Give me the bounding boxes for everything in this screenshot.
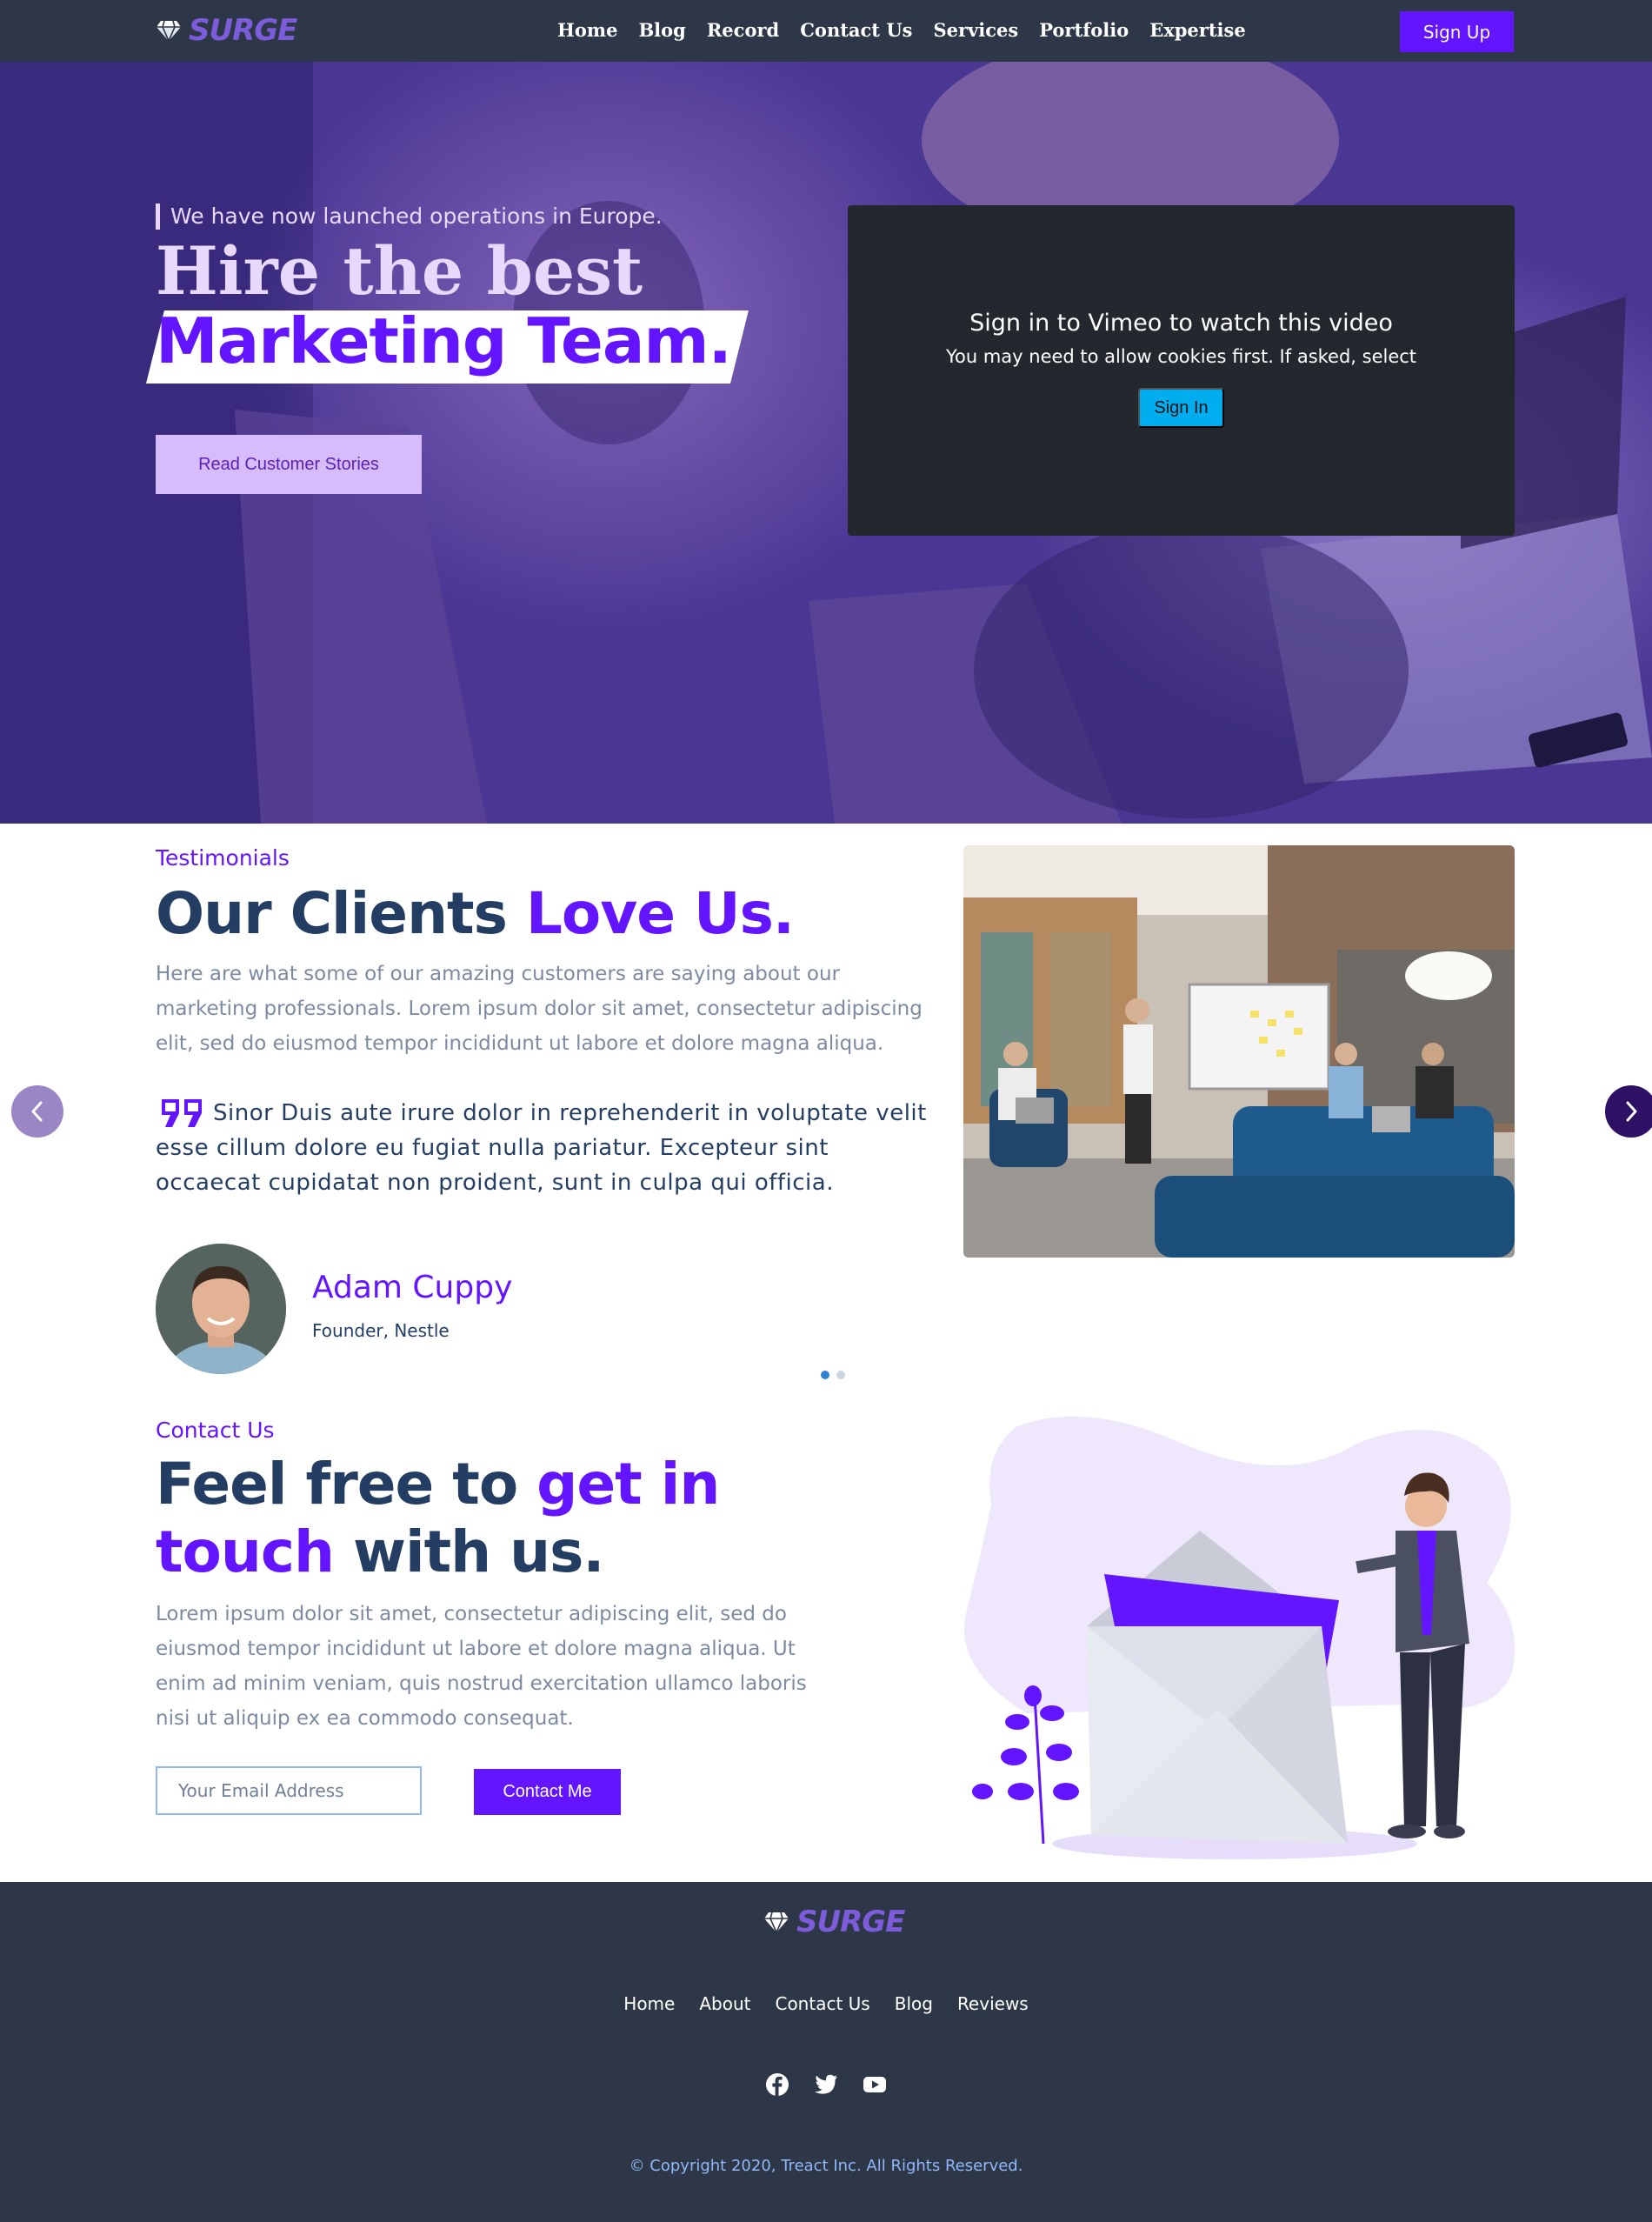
- footer-brand-logo[interactable]: SURGE: [763, 1905, 905, 1939]
- youtube-icon[interactable]: [862, 2072, 888, 2098]
- carousel-prev-button[interactable]: [11, 1085, 63, 1138]
- chevron-left-icon: [31, 1101, 43, 1122]
- carousel-next-button[interactable]: [1605, 1085, 1652, 1138]
- brand-name: SURGE: [189, 13, 297, 48]
- contact-me-button[interactable]: Contact Me: [474, 1769, 621, 1815]
- nav-link-home[interactable]: Home: [557, 19, 617, 41]
- diamond-icon: [764, 1912, 789, 1933]
- hero-tagline: We have now launched operations in Europ…: [156, 204, 663, 230]
- footer-link-blog[interactable]: Blog: [895, 1993, 933, 2014]
- video-signin-subtitle: You may need to allow cookies first. If …: [945, 346, 1417, 367]
- chevron-right-icon: [1626, 1101, 1637, 1122]
- copyright-text: © Copyright 2020, Treact Inc. All Rights…: [629, 2157, 1023, 2175]
- read-customer-stories-button[interactable]: Read Customer Stories: [156, 435, 422, 494]
- carousel-dots: [821, 1371, 845, 1379]
- contact-subheading: Contact Us: [156, 1418, 275, 1443]
- hero-section: We have now launched operations in Europ…: [0, 62, 1652, 824]
- author-name: Adam Cuppy: [312, 1270, 513, 1305]
- hero-title-line2: Marketing Team.: [156, 304, 732, 377]
- testimonials-title: Our Clients Love Us.: [156, 880, 795, 947]
- testimonials-description: Here are what some of our amazing custom…: [156, 963, 923, 1055]
- diamond-icon: [157, 20, 181, 42]
- signup-button[interactable]: Sign Up: [1400, 11, 1514, 52]
- nav-link-contact-us[interactable]: Contact Us: [800, 19, 912, 41]
- site-footer: SURGE Home About Contact Us Blog Reviews…: [0, 1882, 1652, 2222]
- footer-link-home[interactable]: Home: [623, 1993, 675, 2014]
- carousel-dot-1[interactable]: [821, 1371, 829, 1379]
- footer-link-about[interactable]: About: [699, 1993, 750, 2014]
- email-input[interactable]: [156, 1766, 422, 1815]
- footer-link-contact-us[interactable]: Contact Us: [775, 1993, 869, 2014]
- footer-nav: Home About Contact Us Blog Reviews: [0, 1993, 1652, 2014]
- testimonials-subheading: Testimonials: [156, 845, 290, 871]
- social-links: [0, 2072, 1652, 2098]
- nav-link-services[interactable]: Services: [933, 19, 1018, 41]
- footer-link-reviews[interactable]: Reviews: [957, 1993, 1029, 2014]
- contact-description: Lorem ipsum dolor sit amet, consectetur …: [156, 1603, 807, 1730]
- nav-link-record[interactable]: Record: [707, 19, 779, 41]
- main-nav: Home Blog Record Contact Us Services Por…: [557, 19, 1246, 41]
- footer-brand-name: SURGE: [796, 1905, 905, 1939]
- vimeo-signin-button[interactable]: Sign In: [1138, 388, 1224, 428]
- hero-title-line1: Hire the best: [156, 232, 643, 310]
- carousel-dot-2[interactable]: [836, 1371, 845, 1379]
- contact-title: Feel free to get in touch with us.: [156, 1451, 720, 1585]
- facebook-icon[interactable]: [764, 2072, 790, 2098]
- nav-link-portfolio[interactable]: Portfolio: [1039, 19, 1129, 41]
- author-avatar: [156, 1244, 286, 1374]
- brand-logo[interactable]: SURGE: [156, 13, 297, 48]
- author-role: Founder, Nestle: [312, 1320, 450, 1341]
- twitter-icon[interactable]: [813, 2072, 839, 2098]
- nav-link-blog[interactable]: Blog: [638, 19, 685, 41]
- testimonial-quote: Sinor Duis aute irure dolor in reprehend…: [156, 1100, 927, 1196]
- email-envelope-illustration: [963, 1416, 1515, 1859]
- video-signin-title: Sign in to Vimeo to watch this video: [969, 310, 1393, 337]
- top-navbar: SURGE Home Blog Record Contact Us Servic…: [0, 0, 1652, 62]
- nav-link-expertise[interactable]: Expertise: [1149, 19, 1246, 41]
- vimeo-video-embed[interactable]: Sign in to Vimeo to watch this video You…: [848, 205, 1515, 536]
- office-meeting-photo: [963, 845, 1515, 1258]
